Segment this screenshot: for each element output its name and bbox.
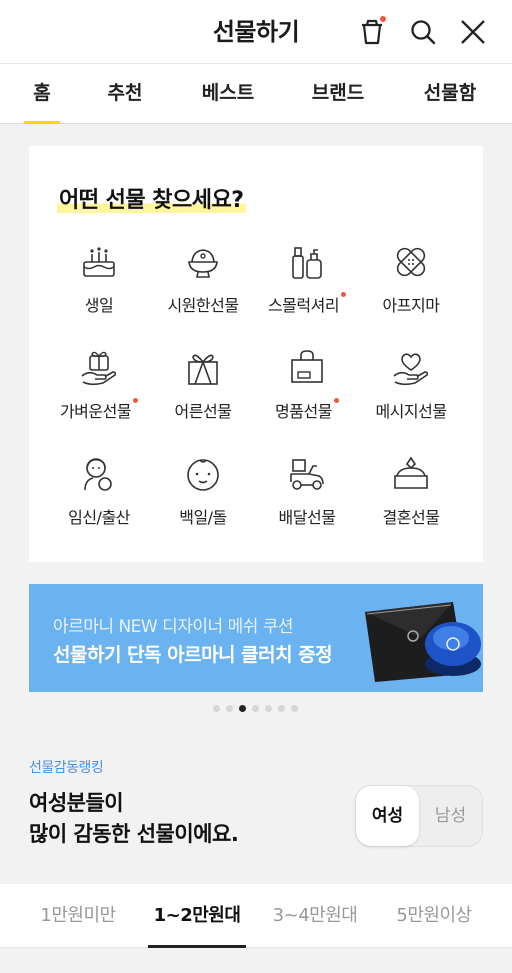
category-label: 시원한선물 — [167, 296, 239, 315]
tab-gift-box[interactable]: 선물함 — [418, 64, 482, 124]
cosmetics-icon — [292, 247, 322, 279]
new-badge-dot — [341, 292, 347, 297]
category-cool-gift[interactable]: 시원한선물 — [147, 242, 259, 332]
mother-baby-icon — [84, 458, 112, 491]
price-tab-over-50k[interactable]: 5만원이상 — [390, 884, 478, 948]
delivery-scooter-icon — [290, 459, 324, 490]
pagination-dot[interactable] — [277, 705, 285, 712]
category-card: 어떤 선물 찾으세요? 생일 시원한선물 스몰럭셔리 아프지마 가벼운선물 어른… — [29, 146, 483, 562]
category-label: 백일/돌 — [179, 508, 227, 527]
cake-icon — [83, 247, 115, 277]
tab-best[interactable]: 베스트 — [196, 64, 260, 124]
category-pregnancy[interactable]: 임신/출산 — [43, 454, 155, 544]
search-icon — [411, 20, 436, 45]
product-image-clutch-cushion — [365, 602, 481, 682]
bingsu-icon — [188, 249, 218, 278]
ranking-title-line1: 여성분들이 — [29, 791, 124, 815]
tab-home[interactable]: 홈 — [24, 64, 60, 124]
pagination-dot[interactable] — [212, 705, 220, 712]
category-baby-100days[interactable]: 백일/돌 — [147, 454, 259, 544]
banner-subtitle: 아르마니 NEW 디자이너 메쉬 쿠션 — [53, 617, 294, 637]
tab-brand[interactable]: 브랜드 — [306, 64, 370, 124]
price-tab-30-40k[interactable]: 3~4만원대 — [270, 884, 360, 948]
tab-recommend[interactable]: 추천 — [100, 64, 150, 124]
price-range-tabs: 1만원미만 1~2만원대 3~4만원대 5만원이상 — [0, 884, 512, 948]
category-label: 생일 — [84, 296, 114, 315]
ring-box-icon — [394, 456, 428, 489]
pagination-dot[interactable] — [264, 705, 272, 712]
category-label: 메시지선물 — [375, 402, 447, 421]
promo-banner[interactable]: 아르마니 NEW 디자이너 메쉬 쿠션 선물하기 단독 아르마니 클러치 증정 — [29, 584, 483, 692]
category-delivery-gift[interactable]: 배달선물 — [251, 454, 363, 544]
pagination-dot[interactable] — [251, 705, 259, 712]
notification-dot — [380, 16, 386, 22]
pagination-dot[interactable] — [290, 705, 298, 712]
main-tabs: 홈 추천 베스트 브랜드 선물함 — [0, 64, 512, 124]
category-wedding-gift[interactable]: 결혼선물 — [355, 454, 467, 544]
category-label: 배달선물 — [278, 508, 336, 527]
price-tab-10-20k[interactable]: 1~2만원대 — [148, 884, 246, 948]
gender-male-option[interactable]: 남성 — [419, 786, 482, 846]
category-get-well[interactable]: 아프지마 — [355, 242, 467, 332]
price-tab-under-10k[interactable]: 1만원미만 — [34, 884, 122, 948]
bandage-icon — [396, 247, 426, 277]
category-label: 아프지마 — [382, 296, 440, 315]
gift-box-icon — [362, 19, 382, 45]
ranking-title-line2: 많이 감동한 선물이에요. — [29, 822, 239, 846]
gender-toggle: 여성 남성 — [355, 785, 483, 847]
ranking-title: 여성분들이 많이 감동한 선물이에요. — [29, 788, 239, 850]
category-label: 어른선물 — [174, 402, 232, 421]
category-birthday[interactable]: 생일 — [43, 242, 155, 332]
category-label: 가벼운선물 — [43, 398, 155, 422]
gift-in-hand-icon — [81, 351, 117, 386]
gender-female-option[interactable]: 여성 — [356, 786, 419, 846]
close-button[interactable] — [455, 14, 491, 50]
close-icon — [461, 20, 485, 44]
category-label: 명품선물 — [251, 398, 363, 422]
pagination-dot-active[interactable] — [238, 705, 246, 712]
search-button[interactable] — [405, 14, 441, 50]
top-header: 선물하기 — [0, 0, 512, 64]
category-light-gift[interactable]: 가벼운선물 — [43, 348, 155, 438]
shopping-bag-icon — [291, 350, 323, 383]
baby-face-icon — [187, 459, 219, 491]
category-message-gift[interactable]: 메시지선물 — [355, 348, 467, 438]
banner-pagination — [0, 705, 512, 715]
ranking-eyebrow: 선물감동랭킹 — [29, 760, 104, 776]
heart-in-hand-icon — [393, 353, 429, 386]
category-label: 결혼선물 — [382, 508, 440, 527]
ribbon-box-icon — [188, 354, 218, 385]
pagination-dot[interactable] — [225, 705, 233, 712]
category-luxury-gift[interactable]: 명품선물 — [251, 348, 363, 438]
banner-title: 선물하기 단독 아르마니 클러치 증정 — [53, 644, 333, 666]
category-label: 임신/출산 — [68, 508, 130, 527]
new-badge-dot — [333, 398, 339, 403]
gift-box-button[interactable] — [354, 14, 390, 50]
category-title: 어떤 선물 찾으세요? — [57, 188, 246, 213]
category-label: 스몰럭셔리 — [251, 292, 363, 316]
category-elder-gift[interactable]: 어른선물 — [147, 348, 259, 438]
category-small-luxury[interactable]: 스몰럭셔리 — [251, 242, 363, 332]
new-badge-dot — [133, 398, 139, 403]
